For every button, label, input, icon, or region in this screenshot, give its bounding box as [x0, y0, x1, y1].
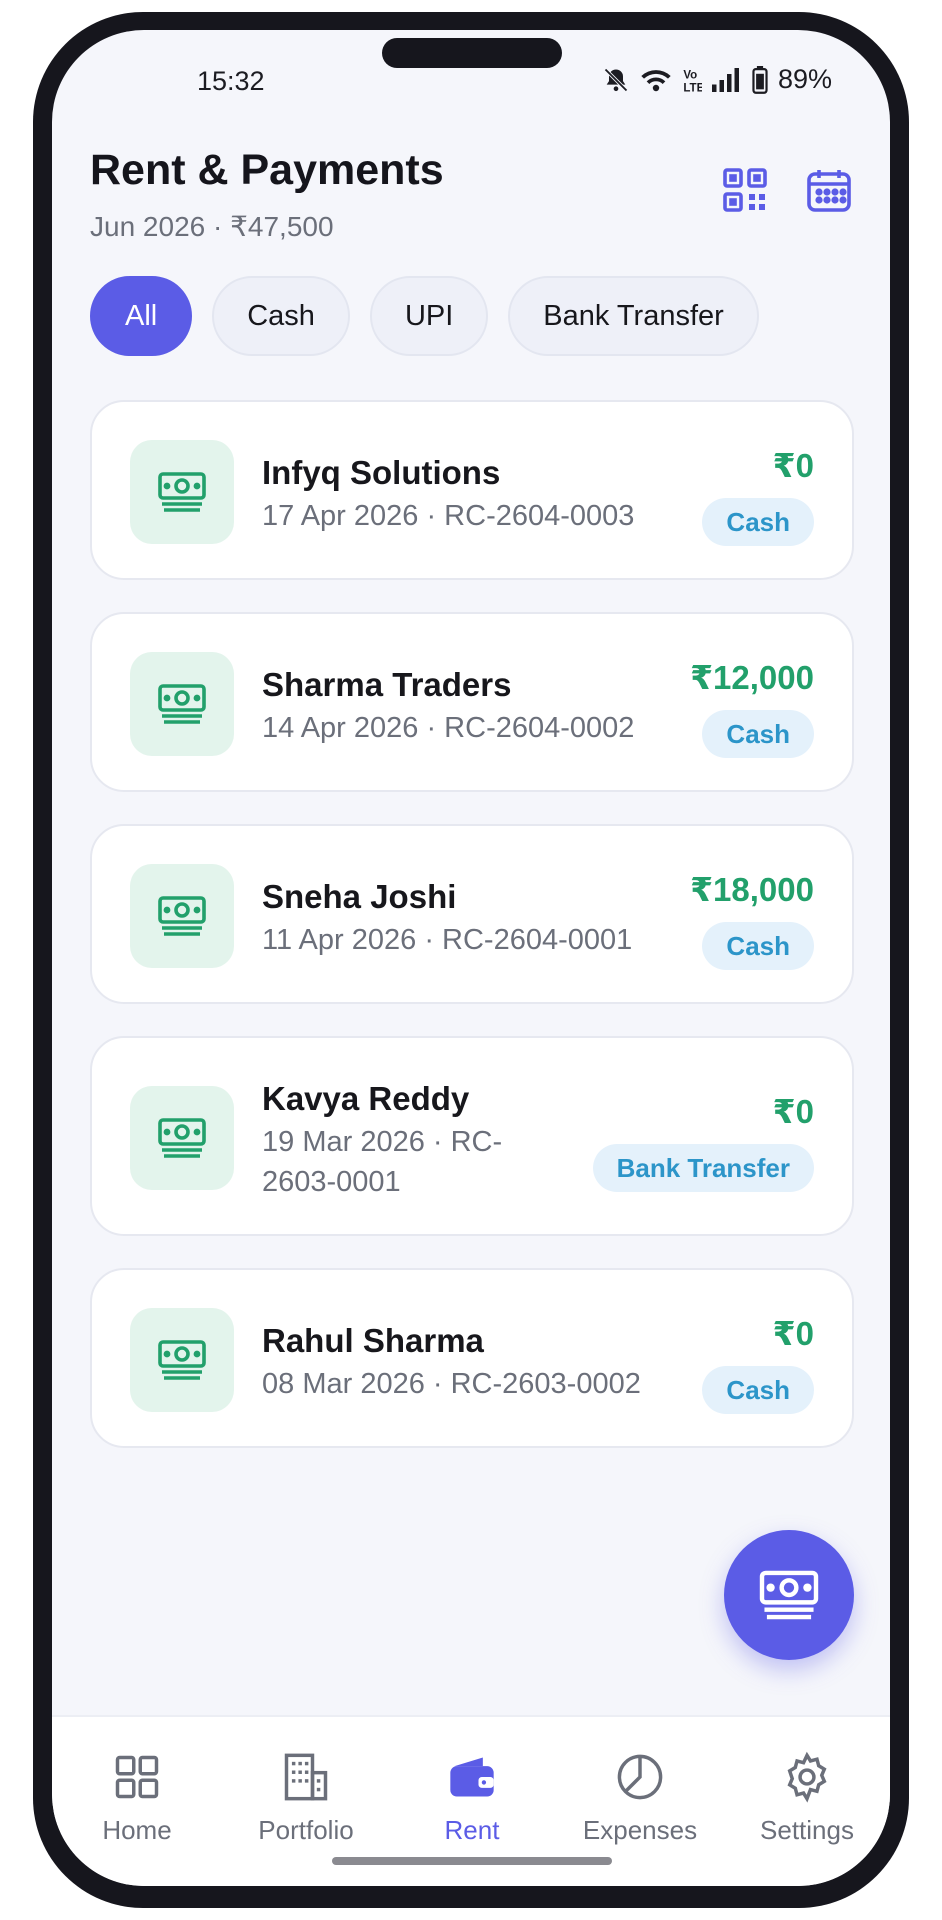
cash-icon-tile — [130, 1308, 234, 1412]
payment-card[interactable]: Kavya Reddy 19 Mar 2026 · RC-2603-0001 ₹… — [90, 1036, 854, 1236]
svg-text:Vo: Vo — [683, 69, 697, 81]
nav-item-rent[interactable]: Rent — [397, 1751, 547, 1846]
payment-amount: ₹0 — [772, 1315, 814, 1352]
qr-scan-button[interactable] — [718, 163, 772, 217]
payment-meta: 08 Mar 2026 · RC-2603-0002 — [262, 1368, 641, 1400]
payment-card[interactable]: Rahul Sharma 08 Mar 2026 · RC-2603-0002 … — [90, 1268, 854, 1448]
payment-amount: ₹18,000 — [690, 871, 814, 908]
page-title: Rent & Payments — [90, 146, 444, 194]
payment-amount: ₹0 — [772, 447, 814, 484]
nav-label: Expenses — [582, 1815, 698, 1845]
payer-name: Sharma Traders — [262, 666, 512, 703]
payment-meta: 19 Mar 2026 · RC-2603-0001 — [262, 1126, 503, 1198]
qr-code-icon — [723, 168, 767, 212]
payment-card[interactable]: Infyq Solutions 17 Apr 2026 · RC-2604-00… — [90, 400, 854, 580]
payment-card[interactable]: Sharma Traders 14 Apr 2026 · RC-2604-000… — [90, 612, 854, 792]
payment-card[interactable]: Sneha Joshi 11 Apr 2026 · RC-2604-0001 ₹… — [90, 824, 854, 1004]
building-icon — [284, 1753, 328, 1801]
status-time: 15:32 — [197, 66, 265, 96]
cash-icon — [158, 896, 206, 936]
payment-meta: 11 Apr 2026 · RC-2604-0001 — [262, 924, 633, 956]
cash-icon — [158, 684, 206, 724]
payer-name: Infyq Solutions — [262, 454, 501, 491]
cash-icon — [158, 1340, 206, 1380]
svg-text:LTE: LTE — [683, 82, 702, 92]
page-subtitle: Jun 2026 · ₹47,500 — [90, 211, 334, 242]
nav-item-expenses[interactable]: Expenses — [565, 1751, 715, 1846]
nav-label: Settings — [760, 1815, 854, 1845]
volte-icon: VoLTE — [683, 69, 702, 92]
mute-bell-icon — [604, 67, 628, 92]
filter-chip-cash[interactable]: Cash — [212, 276, 350, 356]
nav-item-settings[interactable]: Settings — [732, 1751, 882, 1846]
payment-method-badge: Cash — [702, 710, 814, 758]
signal-icon — [711, 67, 739, 92]
calendar-button[interactable] — [802, 163, 856, 217]
wifi-icon — [641, 69, 671, 91]
filter-chip-upi[interactable]: UPI — [369, 276, 489, 356]
payment-method-badge: Cash — [702, 1366, 814, 1414]
nav-item-portfolio[interactable]: Portfolio — [231, 1751, 381, 1846]
cash-icon — [158, 472, 206, 512]
cash-icon-tile — [130, 1086, 234, 1190]
pie-chart-icon — [617, 1754, 663, 1800]
cash-icon — [759, 1570, 819, 1620]
filter-chip-all[interactable]: All — [90, 276, 193, 356]
payment-amount: ₹12,000 — [690, 659, 814, 696]
payer-name: Sneha Joshi — [262, 878, 457, 915]
nav-label: Portfolio — [258, 1815, 354, 1845]
battery-icon — [752, 65, 768, 94]
nav-label: Rent — [444, 1815, 500, 1845]
add-payment-button[interactable] — [724, 1530, 854, 1660]
grid-icon — [115, 1755, 159, 1799]
payer-name: Rahul Sharma — [262, 1322, 484, 1359]
camera-notch — [382, 38, 562, 68]
home-indicator — [332, 1857, 612, 1865]
nav-item-home[interactable]: Home — [62, 1751, 212, 1846]
payer-name: Kavya Reddy — [262, 1080, 470, 1117]
wallet-icon — [450, 1757, 494, 1797]
cash-icon-tile — [130, 440, 234, 544]
payment-method-badge: Cash — [702, 498, 814, 546]
battery-percent: 89% — [777, 64, 832, 94]
filter-chips: All Cash UPI Bank Transfer — [90, 276, 759, 356]
gear-icon — [787, 1751, 827, 1803]
cash-icon-tile — [130, 652, 234, 756]
payment-amount: ₹0 — [772, 1093, 814, 1130]
app-screen: 15:32 VoLTE 89% Rent & Payments Jun 2026… — [52, 30, 890, 1886]
status-icons: VoLTE 89% — [602, 64, 832, 95]
calendar-icon — [807, 170, 851, 212]
payment-meta: 14 Apr 2026 · RC-2604-0002 — [262, 712, 635, 744]
nav-label: Home — [102, 1815, 172, 1845]
payment-meta: 17 Apr 2026 · RC-2604-0003 — [262, 500, 635, 532]
payment-method-badge: Bank Transfer — [592, 1144, 814, 1192]
cash-icon-tile — [130, 864, 234, 968]
payment-method-badge: Cash — [702, 922, 814, 970]
cash-icon — [158, 1118, 206, 1158]
filter-chip-bank-transfer[interactable]: Bank Transfer — [508, 276, 759, 356]
